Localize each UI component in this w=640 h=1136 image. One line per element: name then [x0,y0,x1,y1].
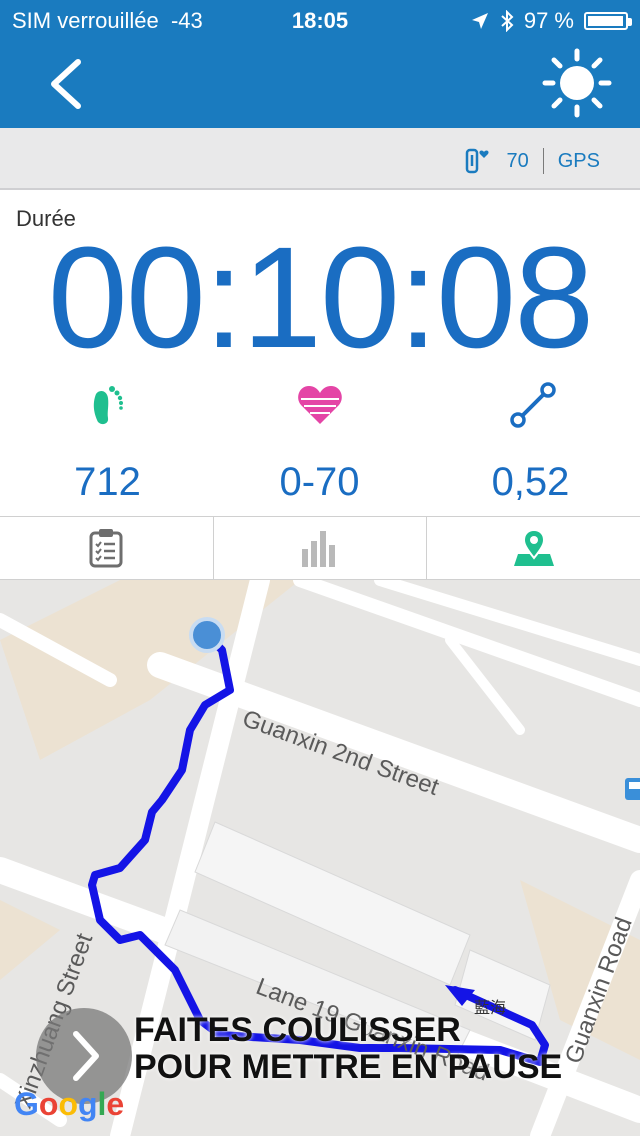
status-bar: SIM verrouillée -43 18:05 97 % [0,8,640,36]
footprint-icon [93,386,123,425]
bar-chart-icon [302,531,335,567]
distance-route-icon [510,382,556,428]
battery-percent: 97 % [523,8,574,33]
status-right: 97 % [470,8,632,34]
slide-to-pause-label: FAITES COULISSER POUR METTRE EN PAUSE [134,1011,563,1087]
google-logo: Google [14,1086,125,1122]
tab-charts[interactable] [214,517,428,579]
device-info-bar: 70 GPS [0,128,640,190]
pause-line-2: POUR METTRE EN PAUSE [134,1048,563,1087]
distance-value: 0,52 [491,460,570,504]
gps-label: GPS [557,149,600,172]
heart-rate-icon [298,386,342,424]
bluetooth-icon [501,10,514,32]
view-tabs [0,516,640,580]
back-chevron-icon[interactable] [40,54,94,114]
heart-rate-value: 0-70 [279,460,360,504]
clipboard-checklist-icon [89,529,123,568]
divider [542,148,544,174]
map-pin-icon [513,528,554,566]
tab-map[interactable] [427,517,640,579]
battery-icon [584,12,632,30]
battery-fill [588,16,623,26]
pause-line-1: FAITES COULISSER [134,1011,461,1049]
header: SIM verrouillée -43 18:05 97 % [0,0,640,128]
heart-value: 70 [506,149,529,172]
tab-summary[interactable] [0,517,214,579]
brightness-sun-icon[interactable] [542,48,612,118]
watch-heart-icon [465,148,489,174]
duration-timer: 00:10:08 [47,217,595,378]
location-arrow-icon [471,13,488,29]
workout-summary: Durée 00:10:08 712 0-70 0,52 [0,190,640,516]
steps-value: 712 [74,460,141,504]
device-status: 70 GPS [463,146,600,176]
